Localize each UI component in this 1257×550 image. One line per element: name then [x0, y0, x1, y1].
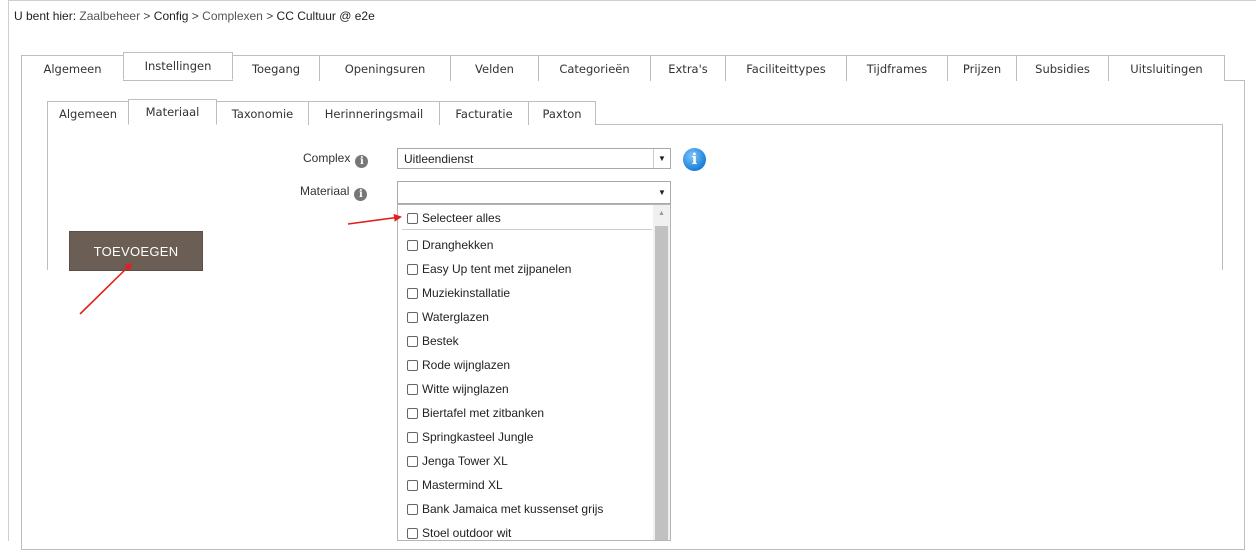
- option-label: Bestek: [422, 334, 459, 348]
- main-tabs: Algemeen Instellingen Toegang Openingsur…: [21, 52, 1225, 81]
- tab-subsidies[interactable]: Subsidies: [1016, 55, 1109, 81]
- materiaal-label: Materiaal i: [300, 184, 368, 201]
- option-label: Jenga Tower XL: [422, 454, 508, 468]
- option-label: Rode wijnglazen: [422, 358, 511, 372]
- checkbox[interactable]: [407, 212, 418, 224]
- complex-select[interactable]: Uitleendienst ▼: [397, 148, 671, 169]
- subtab-materiaal[interactable]: Materiaal: [128, 99, 217, 125]
- breadcrumb-separator: >: [140, 9, 154, 23]
- checkbox[interactable]: [407, 431, 418, 443]
- materiaal-dropdown-list: Selecteer alles Dranghekken Easy Up tent…: [397, 204, 671, 541]
- list-item[interactable]: Mastermind XL: [407, 476, 503, 494]
- chevron-down-icon: ▼: [653, 149, 670, 168]
- breadcrumb-separator: >: [262, 9, 277, 23]
- add-button[interactable]: TOEVOEGEN: [69, 231, 203, 271]
- breadcrumb-separator: >: [188, 9, 203, 23]
- select-all-option[interactable]: Selecteer alles: [407, 209, 501, 227]
- tab-faciliteittypes[interactable]: Faciliteittypes: [725, 55, 847, 81]
- option-label: Springkasteel Jungle: [422, 430, 534, 444]
- subtab-taxonomie[interactable]: Taxonomie: [216, 101, 309, 125]
- scroll-up-icon[interactable]: ▲: [653, 205, 670, 222]
- checkbox[interactable]: [407, 479, 418, 491]
- checkbox[interactable]: [407, 407, 418, 419]
- checkbox[interactable]: [407, 263, 418, 275]
- option-label: Bank Jamaica met kussenset grijs: [422, 502, 604, 516]
- option-label: Witte wijnglazen: [422, 382, 509, 396]
- subtab-herinneringsmail[interactable]: Herinneringsmail: [308, 101, 440, 125]
- breadcrumb-item-current: CC Cultuur @ e2e: [276, 9, 375, 23]
- list-item[interactable]: Bank Jamaica met kussenset grijs: [407, 500, 603, 518]
- scrollbar[interactable]: ▲: [653, 205, 670, 540]
- list-item[interactable]: Biertafel met zitbanken: [407, 404, 544, 422]
- list-item[interactable]: Jenga Tower XL: [407, 452, 508, 470]
- checkbox[interactable]: [407, 239, 418, 251]
- tab-categorieen[interactable]: Categorieën: [538, 55, 651, 81]
- sub-tabs: Algemeen Materiaal Taxonomie Herinnering…: [47, 99, 596, 125]
- tab-instellingen[interactable]: Instellingen: [123, 52, 233, 80]
- materiaal-select[interactable]: ▼: [397, 181, 671, 204]
- chevron-down-icon: ▼: [658, 188, 666, 197]
- tab-tijdframes[interactable]: Tijdframes: [846, 55, 948, 81]
- list-item[interactable]: Witte wijnglazen: [407, 380, 509, 398]
- tab-uitsluitingen[interactable]: Uitsluitingen: [1108, 55, 1225, 81]
- tab-velden[interactable]: Velden: [450, 55, 539, 81]
- scrollbar-thumb[interactable]: [655, 226, 668, 540]
- option-label: Stoel outdoor wit: [422, 526, 512, 540]
- checkbox[interactable]: [407, 311, 418, 323]
- option-label: Selecteer alles: [422, 211, 501, 225]
- breadcrumb-item-complexen[interactable]: Complexen: [202, 9, 263, 23]
- checkbox[interactable]: [407, 455, 418, 467]
- subtab-paxton[interactable]: Paxton: [528, 101, 596, 125]
- checkbox[interactable]: [407, 503, 418, 515]
- option-label: Mastermind XL: [422, 478, 503, 492]
- breadcrumb: U bent hier: Zaalbeheer > Config > Compl…: [14, 9, 375, 23]
- list-item[interactable]: Bestek: [407, 332, 459, 350]
- checkbox[interactable]: [407, 287, 418, 299]
- materiaal-label-text: Materiaal: [300, 184, 350, 198]
- tab-toegang[interactable]: Toegang: [232, 55, 320, 81]
- complex-select-value: Uitleendienst: [404, 152, 474, 166]
- option-label: Muziekinstallatie: [422, 286, 511, 300]
- tab-extras[interactable]: Extra's: [650, 55, 726, 81]
- subtab-algemeen[interactable]: Algemeen: [47, 101, 129, 125]
- breadcrumb-prefix: U bent hier:: [14, 9, 80, 23]
- list-item[interactable]: Springkasteel Jungle: [407, 428, 533, 446]
- option-label: Dranghekken: [422, 238, 494, 252]
- breadcrumb-item-config: Config: [153, 9, 189, 23]
- subtab-facturatie[interactable]: Facturatie: [439, 101, 529, 125]
- info-icon: i: [354, 188, 368, 201]
- list-item[interactable]: Muziekinstallatie: [407, 284, 510, 302]
- list-item[interactable]: Easy Up tent met zijpanelen: [407, 260, 571, 278]
- info-icon[interactable]: i: [683, 148, 706, 171]
- list-item[interactable]: Stoel outdoor wit: [407, 524, 512, 540]
- checkbox[interactable]: [407, 359, 418, 371]
- checkbox[interactable]: [407, 335, 418, 347]
- breadcrumb-item-zaalbeheer[interactable]: Zaalbeheer: [79, 9, 140, 23]
- divider: [402, 229, 652, 230]
- checkbox[interactable]: [407, 383, 418, 395]
- complex-label: Complex i: [303, 151, 369, 168]
- list-item[interactable]: Dranghekken: [407, 236, 493, 254]
- complex-label-text: Complex: [303, 151, 351, 165]
- option-label: Biertafel met zitbanken: [422, 406, 545, 420]
- tab-prijzen[interactable]: Prijzen: [947, 55, 1017, 81]
- list-item[interactable]: Rode wijnglazen: [407, 356, 510, 374]
- list-item[interactable]: Waterglazen: [407, 308, 489, 326]
- option-label: Waterglazen: [422, 310, 489, 324]
- checkbox[interactable]: [407, 527, 418, 539]
- info-icon: i: [355, 155, 369, 168]
- option-label: Easy Up tent met zijpanelen: [422, 262, 572, 276]
- tab-openingsuren[interactable]: Openingsuren: [319, 55, 451, 81]
- tab-algemeen[interactable]: Algemeen: [21, 55, 124, 81]
